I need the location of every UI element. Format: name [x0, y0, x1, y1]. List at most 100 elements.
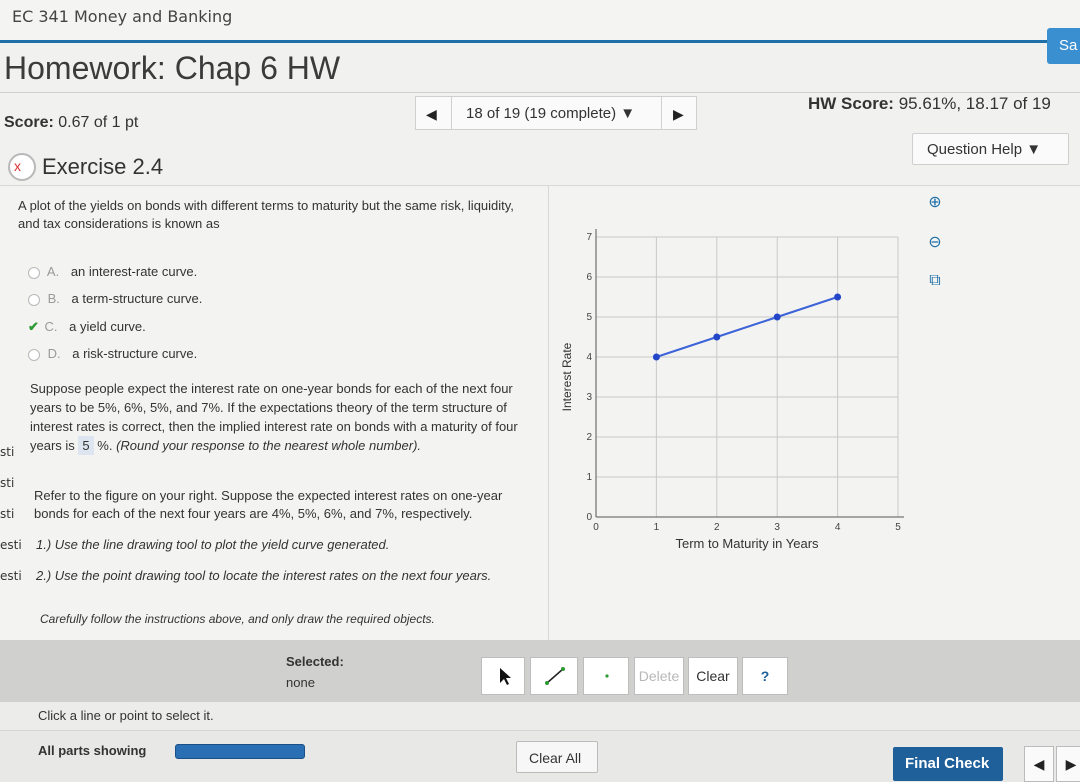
- part3-prompt: Refer to the figure on your right. Suppo…: [34, 488, 503, 521]
- score-value: 0.67 of 1 pt: [58, 114, 139, 131]
- open-external-icon[interactable]: ⧉: [922, 272, 948, 296]
- top-bar: EC 341 Money and Banking: [0, 0, 1080, 40]
- choice-c[interactable]: ✔ C. a yield curve.: [28, 319, 146, 335]
- y-tick-label: 7: [586, 232, 592, 243]
- partial-credit-icon: x: [8, 153, 36, 181]
- choice-text: an interest-rate curve.: [70, 264, 198, 279]
- part1-prompt: A plot of the yields on bonds with diffe…: [18, 198, 514, 231]
- x-axis-label: Term to Maturity in Years: [675, 536, 819, 551]
- save-button[interactable]: Sa: [1047, 28, 1080, 64]
- data-point[interactable]: [713, 333, 721, 341]
- course-title: EC 341 Money and Banking: [12, 7, 233, 26]
- checkmark-icon: ✔: [28, 319, 39, 334]
- x-tick-label: 5: [895, 522, 901, 533]
- question-navigator: ◀ 18 of 19 (19 complete) ▼ ▶: [415, 96, 697, 130]
- header-divider: [0, 92, 1080, 93]
- x-tick-label: 1: [654, 522, 660, 533]
- y-tick-labels: 0 1 2 3 4 5 6 7: [586, 232, 592, 523]
- part2-unit: %.: [97, 438, 113, 453]
- yield-curve-segment[interactable]: [656, 336, 718, 358]
- point-tool-icon: [605, 674, 609, 678]
- hw-score-value: 95.61%, 18.17 of 19: [898, 94, 1051, 113]
- page-title: Homework: Chap 6 HW: [4, 50, 341, 86]
- x-tick-label: 4: [835, 522, 841, 533]
- final-check-button[interactable]: Final Check: [893, 747, 1003, 781]
- left-edge-fragment: sti: [0, 507, 15, 521]
- y-tick-label: 1: [586, 472, 592, 483]
- zoom-in-icon[interactable]: ⊕: [922, 192, 948, 216]
- yield-curve-segment[interactable]: [716, 316, 778, 338]
- parts-showing-label: All parts showing: [38, 743, 147, 758]
- step1-instruction: 1.) Use the line drawing tool to plot th…: [36, 537, 390, 552]
- choice-text: a yield curve.: [69, 319, 146, 334]
- choice-letter: B.: [47, 291, 60, 306]
- selection-hint: Click a line or point to select it.: [38, 708, 214, 723]
- select-tool-button[interactable]: [481, 657, 525, 695]
- choice-letter: C.: [44, 319, 58, 334]
- data-point[interactable]: [773, 313, 781, 321]
- exercise-title: Exercise 2.4: [42, 154, 164, 179]
- y-tick-label: 2: [586, 432, 592, 443]
- x-tick-label: 0: [593, 522, 599, 533]
- question-help-dropdown[interactable]: Question Help ▼: [912, 133, 1069, 165]
- part2-hint: (Round your response to the nearest whol…: [116, 438, 422, 453]
- footer-next-button[interactable]: ▶: [1056, 746, 1080, 782]
- y-axis-label: Interest Rate: [560, 342, 574, 411]
- chart-series[interactable]: [652, 293, 842, 361]
- x-tick-label: 2: [714, 522, 720, 533]
- score-label: Score:: [4, 114, 54, 131]
- zoom-out-icon[interactable]: ⊖: [922, 232, 948, 256]
- point-tool-button[interactable]: [583, 657, 629, 695]
- yield-curve-chart[interactable]: 0 1 2 3 4 5 0 1 2 3 4 5 6 7 Term to Maturity in Year…: [549, 190, 909, 560]
- parts-progress-bar: [175, 744, 305, 759]
- radio-button[interactable]: [28, 293, 40, 306]
- help-button[interactable]: ?: [742, 657, 788, 695]
- answer-field[interactable]: 5: [78, 436, 94, 455]
- line-tool-button[interactable]: [530, 657, 578, 695]
- prev-question-button[interactable]: ◀: [426, 106, 437, 123]
- x-tick-labels: 0 1 2 3 4 5: [593, 522, 901, 533]
- selected-value: none: [286, 675, 315, 690]
- nav-separator: [451, 97, 452, 129]
- choice-a[interactable]: A. an interest-rate curve.: [28, 264, 197, 279]
- data-point[interactable]: [834, 293, 842, 301]
- y-tick-label: 6: [586, 272, 592, 283]
- score: Score: 0.67 of 1 pt: [4, 114, 138, 132]
- choice-b[interactable]: B. a term-structure curve.: [28, 291, 202, 306]
- hw-score-label: HW Score:: [808, 94, 894, 113]
- radio-button[interactable]: [28, 266, 40, 279]
- footer-prev-button[interactable]: ◀: [1024, 746, 1054, 782]
- radio-button[interactable]: [28, 348, 40, 361]
- clear-button[interactable]: Clear: [688, 657, 738, 695]
- header-accent-line: [0, 40, 1080, 43]
- y-tick-label: 5: [586, 312, 592, 323]
- y-tick-label: 3: [586, 392, 592, 403]
- line-tool-icon: [545, 667, 565, 685]
- x-icon: x: [14, 158, 21, 174]
- step2-instruction: 2.) Use the point drawing tool to locate…: [36, 568, 492, 583]
- data-point[interactable]: [652, 353, 660, 361]
- hw-score: HW Score: 95.61%, 18.17 of 19: [808, 94, 1051, 114]
- cursor-icon: [500, 668, 511, 685]
- clear-all-button[interactable]: Clear All: [516, 741, 598, 773]
- choice-d[interactable]: D. a risk-structure curve.: [28, 346, 197, 361]
- selected-label: Selected:: [286, 654, 344, 669]
- x-tick-label: 3: [774, 522, 780, 533]
- chart-grid: [595, 229, 904, 518]
- left-edge-fragment: sti: [0, 476, 15, 490]
- choice-text: a risk-structure curve.: [72, 346, 198, 361]
- y-tick-label: 4: [586, 352, 592, 363]
- next-question-button[interactable]: ▶: [673, 106, 684, 123]
- careful-note: Carefully follow the instructions above,…: [40, 612, 435, 626]
- choice-letter: D.: [47, 346, 61, 361]
- yield-curve-segment[interactable]: [776, 296, 838, 318]
- y-tick-label: 0: [586, 512, 592, 523]
- delete-button[interactable]: Delete: [634, 657, 684, 695]
- left-edge-fragment: esti: [0, 538, 22, 552]
- selection-hint-bar: Click a line or point to select it.: [0, 702, 1080, 730]
- question-selector[interactable]: 18 of 19 (19 complete) ▼: [466, 105, 635, 122]
- left-edge-fragment: esti: [0, 569, 22, 583]
- nav-separator: [661, 97, 662, 129]
- choice-text: a term-structure curve.: [71, 291, 203, 306]
- part2-question: Suppose people expect the interest rate …: [30, 379, 535, 455]
